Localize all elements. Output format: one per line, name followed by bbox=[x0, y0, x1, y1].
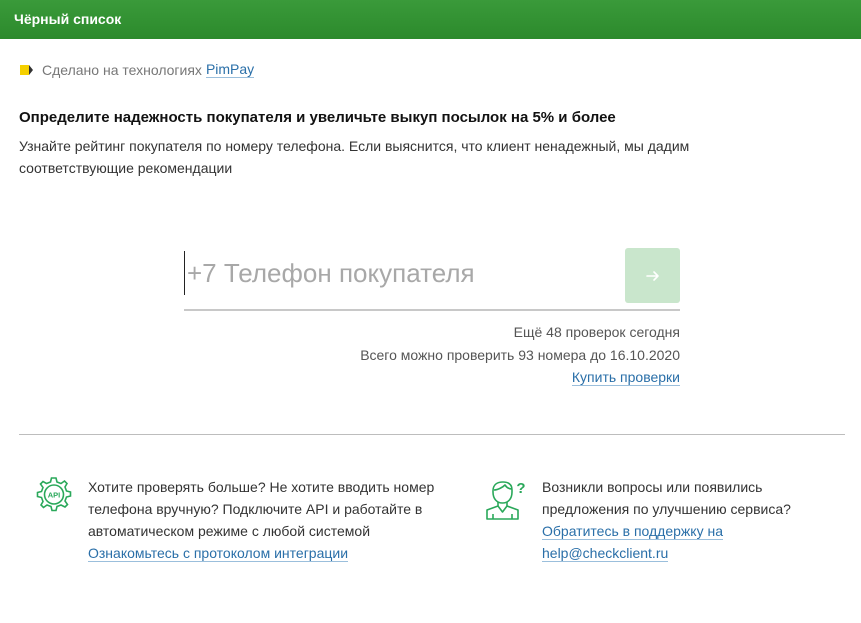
phone-form bbox=[184, 247, 680, 311]
buy-checks-link[interactable]: Купить проверки bbox=[571, 369, 680, 386]
checks-total: Всего можно проверить 93 номера до 16.10… bbox=[360, 346, 680, 363]
check-limits: Ещё 48 проверок сегодня Всего можно пров… bbox=[360, 321, 680, 389]
pimpay-logo-icon bbox=[19, 63, 35, 77]
section-divider bbox=[19, 434, 845, 435]
arrow-right-icon bbox=[645, 270, 659, 281]
api-info-text: Хотите проверять больше? Не хотите вводи… bbox=[88, 479, 435, 539]
tech-credit: Сделано на технологиях PimPay bbox=[19, 61, 255, 78]
support-info-text: Возникли вопросы или появились предложен… bbox=[542, 479, 791, 517]
phone-input[interactable] bbox=[184, 251, 614, 295]
svg-text:API: API bbox=[48, 491, 61, 500]
api-gear-icon: API bbox=[32, 475, 74, 524]
page-title: Чёрный список bbox=[14, 11, 122, 27]
submit-button[interactable] bbox=[625, 248, 680, 303]
api-info: Хотите проверять больше? Не хотите вводи… bbox=[88, 476, 458, 564]
tech-prefix: Сделано на технологиях bbox=[42, 61, 202, 78]
checks-today: Ещё 48 проверок сегодня bbox=[513, 324, 680, 340]
page-header: Чёрный список bbox=[0, 0, 861, 39]
support-link-line1[interactable]: Обратитесь в поддержку на bbox=[542, 523, 723, 540]
intro-description: Узнайте рейтинг покупателя по номеру тел… bbox=[19, 138, 690, 176]
svg-text:?: ? bbox=[516, 480, 525, 497]
support-email-link[interactable]: help@checkclient.ru bbox=[542, 545, 669, 562]
integration-protocol-link[interactable]: Ознакомьтесь с протоколом интеграции bbox=[88, 545, 349, 562]
pimpay-link[interactable]: PimPay bbox=[205, 61, 255, 78]
intro-title: Определите надежность покупателя и увели… bbox=[19, 109, 616, 126]
support-person-icon: ? bbox=[484, 478, 528, 527]
support-info: Возникли вопросы или появились предложен… bbox=[542, 476, 832, 564]
